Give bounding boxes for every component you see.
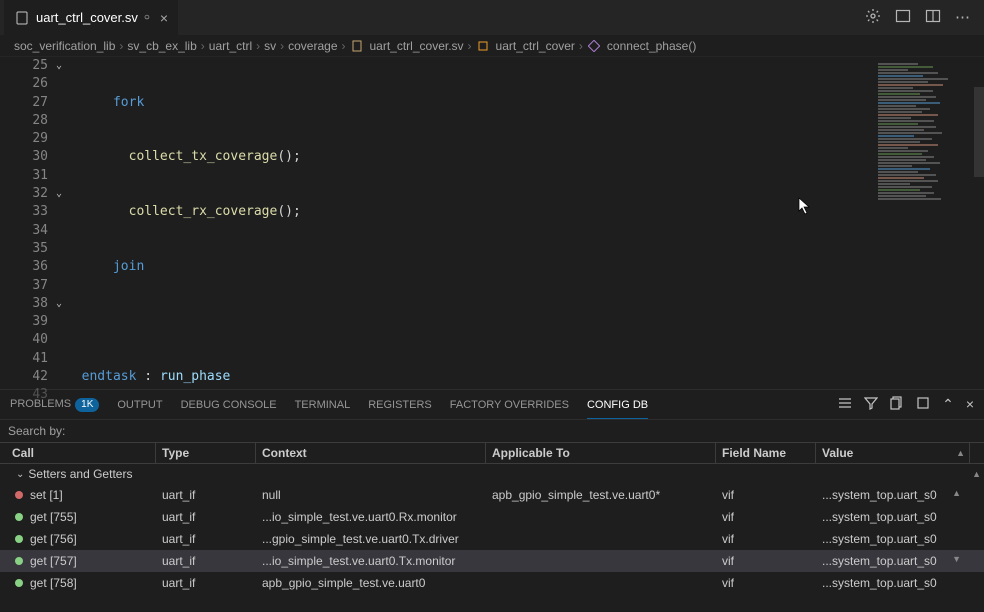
line-number-gutter: 25⌄ 26 27 28 29 30 31 ◆32⌄ 33 34 35 36 3… bbox=[0, 57, 66, 389]
table-row[interactable]: get [756]uart_if...gpio_simple_test.ve.u… bbox=[0, 528, 984, 550]
editor-actions: ⋯ bbox=[865, 8, 980, 28]
close-panel-icon[interactable]: × bbox=[966, 396, 974, 413]
minimap-slider[interactable] bbox=[974, 87, 984, 177]
crumb[interactable]: uart_ctrl bbox=[209, 39, 252, 53]
config-db-table: Call Type Context Applicable To Field Na… bbox=[0, 442, 984, 612]
chevron-down-icon: ⌄ bbox=[16, 469, 24, 480]
crumb[interactable]: connect_phase() bbox=[607, 39, 696, 53]
filter-icon[interactable] bbox=[864, 396, 878, 413]
crumb[interactable]: uart_ctrl_cover bbox=[496, 39, 575, 53]
table-header: Call Type Context Applicable To Field Na… bbox=[0, 442, 984, 464]
tab-config-db[interactable]: CONFIG DB bbox=[587, 391, 648, 419]
table-row[interactable]: get [755]uart_if...io_simple_test.ve.uar… bbox=[0, 506, 984, 528]
col-call[interactable]: Call bbox=[6, 443, 156, 463]
col-context[interactable]: Context bbox=[256, 443, 486, 463]
search-row: Search by: bbox=[0, 420, 984, 442]
bottom-panel: PROBLEMS1K OUTPUT DEBUG CONSOLE TERMINAL… bbox=[0, 389, 984, 612]
col-applicable[interactable]: Applicable To bbox=[486, 443, 716, 463]
problems-badge: 1K bbox=[75, 398, 99, 412]
code-content[interactable]: fork collect_tx_coverage(); collect_rx_c… bbox=[66, 57, 874, 389]
editor-tab[interactable]: uart_ctrl_cover.sv ○ × bbox=[4, 0, 179, 35]
tab-filename: uart_ctrl_cover.sv bbox=[36, 10, 138, 25]
crumb[interactable]: sv bbox=[264, 39, 276, 53]
more-icon[interactable]: ⋯ bbox=[955, 8, 970, 28]
split-editor-icon[interactable] bbox=[895, 8, 911, 28]
get-icon bbox=[12, 576, 26, 590]
set-icon bbox=[12, 488, 26, 502]
gear-icon[interactable] bbox=[865, 8, 881, 28]
table-row[interactable]: get [757]uart_if...io_simple_test.ve.uar… bbox=[0, 550, 984, 572]
copy-all-icon[interactable] bbox=[916, 396, 930, 413]
get-icon bbox=[12, 510, 26, 524]
col-value[interactable]: Value▲ bbox=[816, 443, 970, 463]
tab-dirty-indicator: ○ bbox=[144, 12, 150, 23]
sort-icon: ▲ bbox=[956, 448, 965, 458]
crumb[interactable]: soc_verification_lib bbox=[14, 39, 115, 53]
crumb[interactable]: uart_ctrl_cover.sv bbox=[370, 39, 464, 53]
file-sv-icon bbox=[14, 10, 30, 26]
tab-bar: uart_ctrl_cover.sv ○ × ⋯ bbox=[0, 0, 984, 35]
tab-factory-overrides[interactable]: FACTORY OVERRIDES bbox=[450, 391, 569, 419]
col-type[interactable]: Type bbox=[156, 443, 256, 463]
crumb[interactable]: sv_cb_ex_lib bbox=[127, 39, 196, 53]
class-icon bbox=[476, 39, 490, 53]
tab-registers[interactable]: REGISTERS bbox=[368, 391, 432, 419]
get-icon bbox=[12, 554, 26, 568]
get-icon bbox=[12, 532, 26, 546]
tab-close-icon[interactable]: × bbox=[160, 10, 168, 26]
split-right-icon[interactable] bbox=[925, 8, 941, 28]
minimap[interactable] bbox=[874, 57, 984, 389]
table-row[interactable]: set [1]uart_ifnullapb_gpio_simple_test.v… bbox=[0, 484, 984, 506]
tab-output[interactable]: OUTPUT bbox=[117, 391, 162, 419]
crumb[interactable]: coverage bbox=[288, 39, 337, 53]
col-field[interactable]: Field Name bbox=[716, 443, 816, 463]
copy-icon[interactable] bbox=[890, 396, 904, 413]
file-icon bbox=[350, 39, 364, 53]
view-list-icon[interactable] bbox=[838, 396, 852, 413]
tab-terminal[interactable]: TERMINAL bbox=[295, 391, 351, 419]
editor-area[interactable]: 25⌄ 26 27 28 29 30 31 ◆32⌄ 33 34 35 36 3… bbox=[0, 57, 984, 389]
panel-tabs: PROBLEMS1K OUTPUT DEBUG CONSOLE TERMINAL… bbox=[0, 390, 984, 420]
table-row[interactable]: get [758]uart_ifapb_gpio_simple_test.ve.… bbox=[0, 572, 984, 594]
search-label: Search by: bbox=[8, 424, 65, 438]
method-icon bbox=[587, 39, 601, 53]
breadcrumb[interactable]: soc_verification_lib› sv_cb_ex_lib› uart… bbox=[0, 35, 984, 57]
search-input[interactable] bbox=[73, 424, 273, 438]
tab-debug-console[interactable]: DEBUG CONSOLE bbox=[181, 391, 277, 419]
group-row[interactable]: ⌄ Setters and Getters ▲ bbox=[0, 464, 984, 484]
maximize-icon[interactable]: ⌃ bbox=[942, 396, 954, 413]
scroll-up-icon: ▲ bbox=[969, 469, 984, 479]
